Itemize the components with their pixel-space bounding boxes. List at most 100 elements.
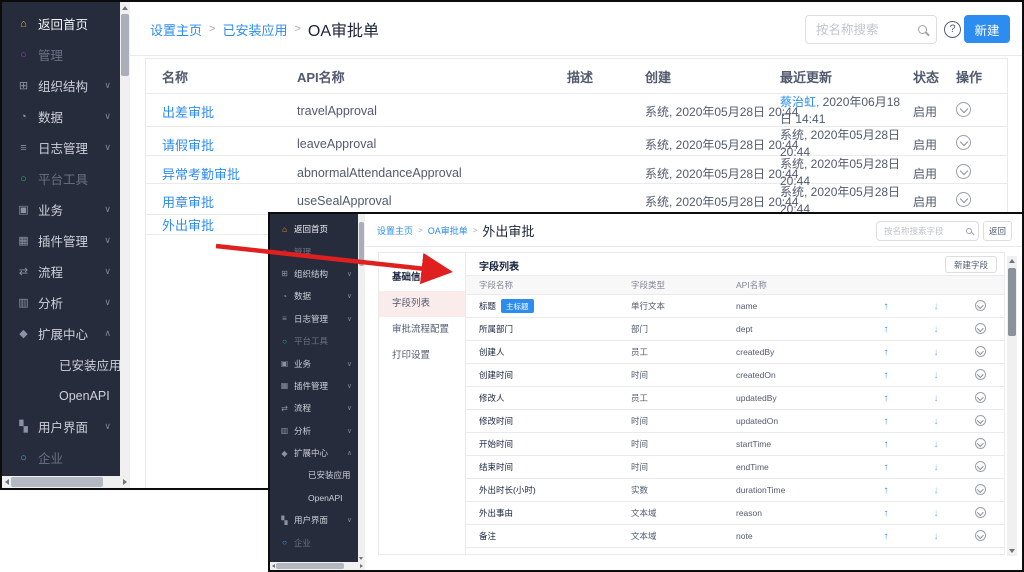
row-actions-icon[interactable]: [956, 102, 971, 117]
updated-by-link[interactable]: 蔡治虹,: [780, 95, 819, 109]
field-actions-icon[interactable]: [975, 392, 986, 403]
field-actions-icon[interactable]: [975, 346, 986, 357]
new-field-button[interactable]: 新建字段: [945, 256, 997, 273]
sidebar-item[interactable]: ▦ 插件管理 ∨: [270, 375, 358, 397]
breadcrumb-link[interactable]: 已安装应用: [222, 20, 287, 39]
field-search-input[interactable]: [877, 226, 966, 236]
field-type: 员工: [631, 392, 736, 404]
sidebar-item[interactable]: ○ 管理: [2, 39, 120, 70]
move-up-icon[interactable]: ↑: [861, 439, 911, 450]
move-down-icon[interactable]: ↓: [911, 531, 961, 542]
sidebar-item[interactable]: ○ 平台工具: [2, 163, 120, 194]
sidebar-item[interactable]: ⊞ 组织结构 ∨: [2, 70, 120, 101]
move-up-icon[interactable]: ↑: [861, 393, 911, 404]
move-up-icon[interactable]: ↑: [861, 324, 911, 335]
sidebar-item[interactable]: ▣ 业务 ∨: [2, 194, 120, 225]
move-down-icon[interactable]: ↓: [911, 416, 961, 427]
sidebar-item[interactable]: ▚ 用户界面 ∨: [270, 509, 358, 531]
search-icon[interactable]: [918, 25, 927, 34]
move-down-icon[interactable]: ↓: [911, 301, 961, 312]
sidebar-item[interactable]: ⇄ 流程 ∨: [2, 256, 120, 287]
sidebar-horizontal-scrollbar[interactable]: [2, 476, 130, 488]
detail-menu-item[interactable]: 打印设置: [379, 343, 465, 369]
sidebar-item[interactable]: ◆ 扩展中心 ∧: [2, 318, 120, 349]
back-button[interactable]: 返回: [983, 221, 1012, 241]
breadcrumb-link[interactable]: OA审批单: [428, 224, 468, 237]
sidebar-item[interactable]: OpenAPI: [2, 380, 120, 411]
move-up-icon[interactable]: ↑: [861, 416, 911, 427]
sidebar-item[interactable]: ≡ 日志管理 ∨: [270, 308, 358, 330]
sidebar-item[interactable]: ⌂ 返回首页: [270, 218, 358, 240]
field-actions-icon[interactable]: [975, 484, 986, 495]
move-up-icon[interactable]: ↑: [861, 347, 911, 358]
help-icon[interactable]: ?: [944, 21, 961, 38]
field-actions-icon[interactable]: [975, 323, 986, 334]
col-header-field-api: API名称: [736, 279, 861, 291]
sidebar-item[interactable]: ◔ 数据 ∨: [270, 285, 358, 307]
detail-menu-item[interactable]: 审批流程配置: [379, 317, 465, 343]
sidebar-item[interactable]: OpenAPI: [270, 487, 358, 509]
sidebar-item[interactable]: ○ 企业: [2, 442, 120, 473]
detail-menu-item[interactable]: 基础信息: [379, 265, 465, 291]
app-created: 系统, 2020年05月28日 20:44: [645, 193, 780, 210]
sidebar-item[interactable]: ⇄ 流程 ∨: [270, 397, 358, 419]
sidebar-item-label: 分析: [294, 425, 311, 437]
sidebar-item[interactable]: ○ 平台工具: [270, 330, 358, 352]
app-name-link[interactable]: 异常考勤审批: [162, 167, 240, 182]
field-table-scrollbar[interactable]: [1007, 256, 1017, 556]
row-actions-icon[interactable]: [956, 135, 971, 150]
move-down-icon[interactable]: ↓: [911, 393, 961, 404]
sidebar-item[interactable]: ○ 企业: [270, 531, 358, 553]
move-up-icon[interactable]: ↑: [861, 531, 911, 542]
row-actions-icon[interactable]: [956, 192, 971, 207]
move-down-icon[interactable]: ↓: [911, 439, 961, 450]
move-up-icon[interactable]: ↑: [861, 370, 911, 381]
sidebar-item[interactable]: ⊞ 组织结构 ∨: [270, 263, 358, 285]
move-down-icon[interactable]: ↓: [911, 462, 961, 473]
sidebar-item[interactable]: ▥ 分析 ∨: [2, 287, 120, 318]
field-actions-icon[interactable]: [975, 415, 986, 426]
sidebar-item[interactable]: ▚ 用户界面 ∨: [2, 411, 120, 442]
move-up-icon[interactable]: ↑: [861, 462, 911, 473]
sidebar-item[interactable]: ◆ 扩展中心 ∧: [270, 442, 358, 464]
field-actions-icon[interactable]: [975, 530, 986, 541]
app-name-link[interactable]: 外出审批: [162, 218, 214, 233]
move-down-icon[interactable]: ↓: [911, 347, 961, 358]
move-up-icon[interactable]: ↑: [861, 301, 911, 312]
move-up-icon[interactable]: ↑: [861, 485, 911, 496]
move-up-icon[interactable]: ↑: [861, 508, 911, 519]
field-actions-icon[interactable]: [975, 438, 986, 449]
new-button[interactable]: 新建: [964, 15, 1010, 43]
sidebar-item[interactable]: ▦ 插件管理 ∨: [2, 225, 120, 256]
detail-menu-item[interactable]: 字段列表: [379, 291, 465, 317]
field-name: 开始时间: [479, 438, 631, 450]
field-actions-icon[interactable]: [975, 507, 986, 518]
move-down-icon[interactable]: ↓: [911, 370, 961, 381]
sidebar-item[interactable]: ○ 管理: [270, 240, 358, 262]
popup-sidebar-vertical-scrollbar[interactable]: [358, 214, 365, 562]
search-icon[interactable]: [966, 228, 972, 234]
row-actions-icon[interactable]: [956, 164, 971, 179]
move-down-icon[interactable]: ↓: [911, 324, 961, 335]
app-name-link[interactable]: 用章审批: [162, 195, 214, 210]
sidebar-vertical-scrollbar[interactable]: [120, 2, 130, 476]
sidebar-item[interactable]: ≡ 日志管理 ∨: [2, 132, 120, 163]
move-down-icon[interactable]: ↓: [911, 485, 961, 496]
move-down-icon[interactable]: ↓: [911, 508, 961, 519]
field-actions-icon[interactable]: [975, 369, 986, 380]
sidebar-item-label: 扩展中心: [294, 447, 328, 459]
sidebar-item[interactable]: 已安装应用: [2, 349, 120, 380]
app-name-link[interactable]: 请假审批: [162, 138, 214, 153]
breadcrumb-link[interactable]: 设置主页: [377, 224, 413, 237]
popup-sidebar-horizontal-scrollbar[interactable]: [270, 562, 365, 570]
breadcrumb-link[interactable]: 设置主页: [150, 20, 202, 39]
sidebar-item[interactable]: ⌂ 返回首页: [2, 8, 120, 39]
sidebar-item[interactable]: 已安装应用: [270, 464, 358, 486]
sidebar-item[interactable]: ▥ 分析 ∨: [270, 420, 358, 442]
sidebar-item[interactable]: ▣ 业务 ∨: [270, 352, 358, 374]
field-actions-icon[interactable]: [975, 461, 986, 472]
app-name-link[interactable]: 出差审批: [162, 105, 214, 120]
field-actions-icon[interactable]: [975, 300, 986, 311]
sidebar-item[interactable]: ◔ 数据 ∨: [2, 101, 120, 132]
search-input[interactable]: [806, 23, 918, 37]
